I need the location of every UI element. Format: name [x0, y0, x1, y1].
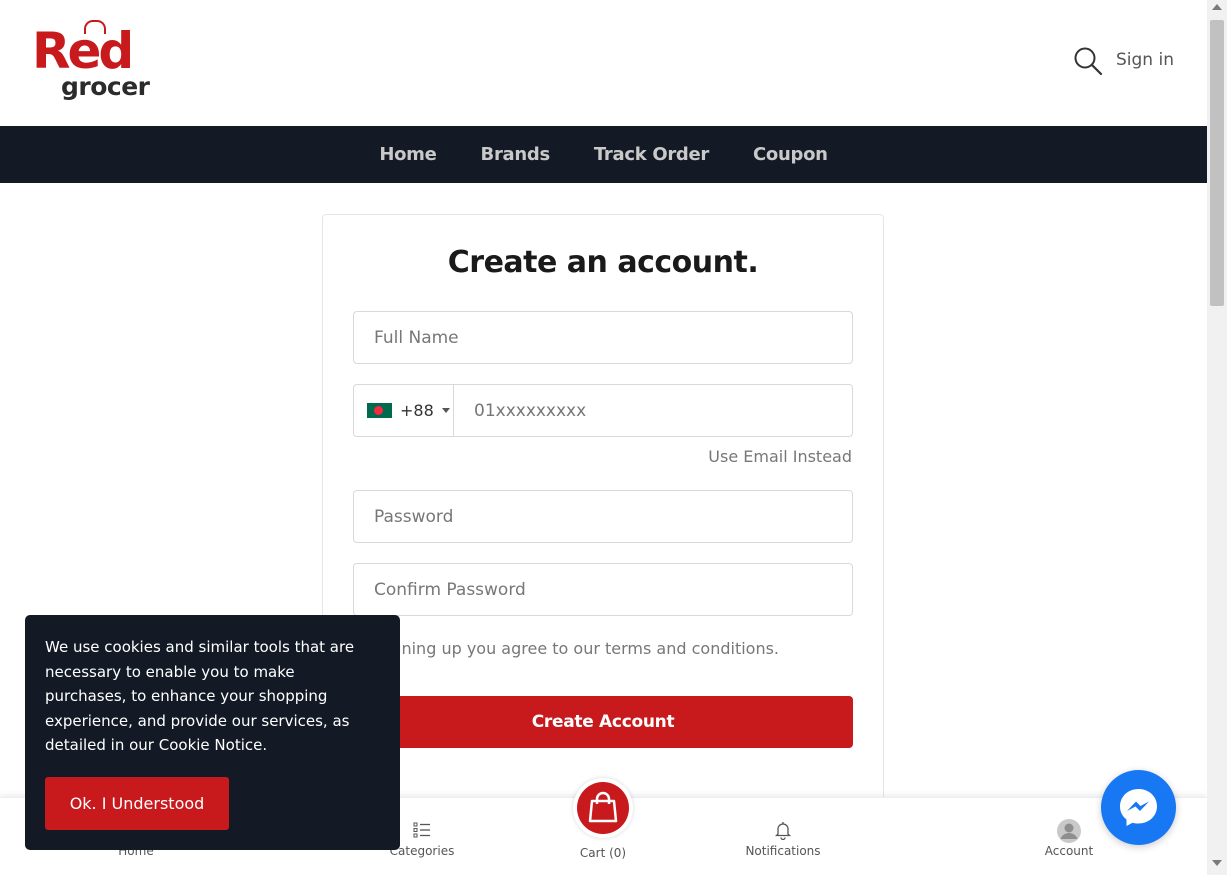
cart-bubble-inner — [577, 782, 629, 834]
confirm-password-field — [353, 563, 853, 616]
messenger-icon — [1120, 789, 1157, 826]
signup-card: Create an account. +88 Use Email Instead… — [322, 214, 884, 854]
create-account-button[interactable]: Create Account — [353, 696, 853, 748]
scroll-down-arrow-icon[interactable] — [1212, 860, 1222, 866]
phone-input[interactable] — [454, 385, 852, 436]
bottom-nav-notifications[interactable]: Notifications — [728, 820, 838, 858]
search-icon[interactable] — [1073, 46, 1105, 78]
country-code-select[interactable]: +88 — [354, 385, 454, 436]
logo-text-top: Red — [32, 22, 134, 80]
use-email-link[interactable]: Use Email Instead — [708, 447, 852, 466]
site-logo[interactable]: Red grocer — [32, 20, 154, 106]
password-field — [353, 490, 853, 543]
phone-field: +88 — [353, 384, 853, 437]
cookie-accept-button[interactable]: Ok. I Understood — [45, 777, 229, 830]
scroll-up-arrow-icon[interactable] — [1212, 4, 1222, 10]
cookie-banner: We use cookies and similar tools that ar… — [25, 615, 400, 850]
cookie-message: We use cookies and similar tools that ar… — [45, 638, 355, 754]
bottom-nav-account-label: Account — [1044, 844, 1094, 858]
scrollbar-thumb[interactable] — [1210, 20, 1224, 306]
vertical-scrollbar[interactable] — [1207, 0, 1227, 875]
site-header: Red grocer Sign in — [0, 0, 1207, 126]
nav-item-coupon[interactable]: Coupon — [753, 144, 828, 165]
sign-in-link[interactable]: Sign in — [1116, 50, 1174, 70]
full-name-field — [353, 311, 853, 364]
bell-icon — [774, 822, 792, 840]
form-title: Create an account. — [447, 245, 759, 280]
shopping-bag-icon — [588, 791, 618, 823]
logo-text-bottom: grocer — [61, 72, 150, 101]
list-icon — [413, 822, 430, 838]
cart-button[interactable] — [573, 778, 633, 838]
country-code: +88 — [400, 401, 434, 420]
bottom-nav-notifications-label: Notifications — [745, 844, 821, 858]
nav-item-track-order[interactable]: Track Order — [594, 144, 709, 165]
main-nav: Home Brands Track Order Coupon — [0, 126, 1207, 183]
chevron-down-icon — [441, 408, 450, 413]
cart-label[interactable]: Cart (0) — [553, 846, 653, 860]
nav-item-home[interactable]: Home — [379, 144, 437, 165]
messenger-chat-button[interactable] — [1101, 770, 1176, 845]
full-name-input[interactable] — [354, 312, 852, 363]
password-input[interactable] — [354, 491, 852, 542]
avatar-icon — [1057, 819, 1081, 843]
terms-text: By signing up you agree to our terms and… — [353, 639, 780, 658]
bangladesh-flag-icon — [367, 403, 392, 418]
page: Red grocer Sign in Home Brands Track Ord… — [0, 0, 1227, 875]
confirm-password-input[interactable] — [354, 564, 852, 615]
nav-item-brands[interactable]: Brands — [481, 144, 551, 165]
